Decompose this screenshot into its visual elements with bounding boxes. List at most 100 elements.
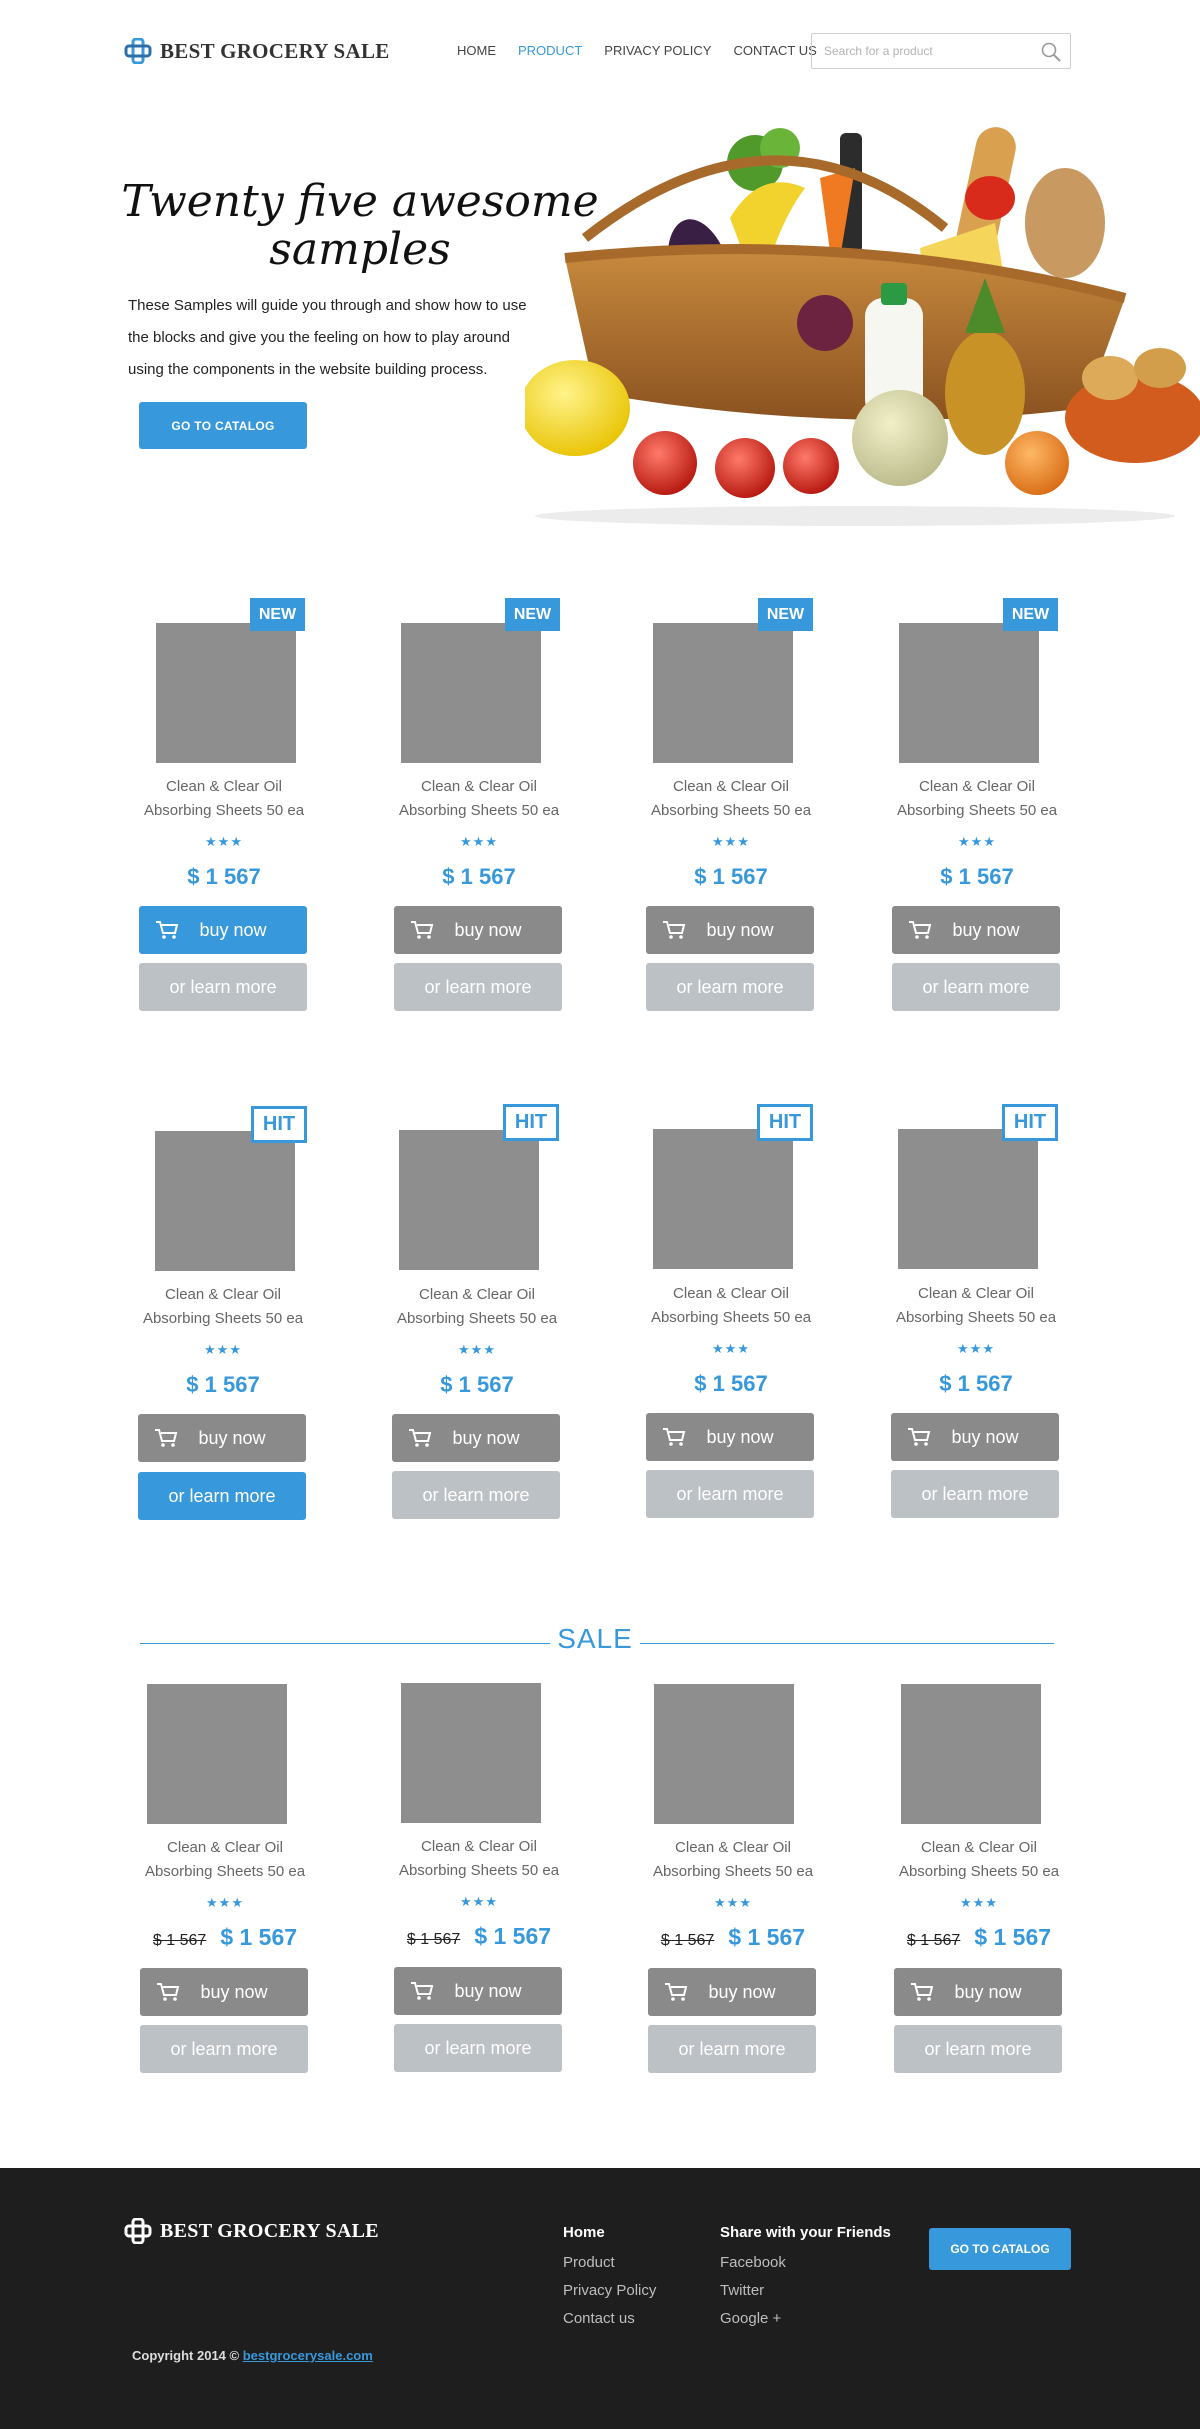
learn-more-button[interactable]: or learn more bbox=[646, 1470, 814, 1518]
brand-logo[interactable]: BEST GROCERY SALE bbox=[124, 38, 390, 64]
learn-more-button[interactable]: or learn more bbox=[394, 2024, 562, 2072]
product-price: $ 1 567 bbox=[186, 1372, 260, 1397]
rating-stars: ★★★ bbox=[458, 1342, 496, 1357]
old-price: $ 1 567 bbox=[660, 1932, 715, 1949]
buy-now-button[interactable]: buy now bbox=[892, 906, 1060, 954]
rating-stars: ★★★ bbox=[958, 834, 996, 849]
sale-price: $ 1 567 bbox=[974, 1924, 1052, 1950]
search-input[interactable] bbox=[812, 34, 1022, 68]
product-name[interactable]: Clean & Clear Oil Absorbing Sheets 50 ea bbox=[648, 1836, 818, 1884]
footer-link-product[interactable]: Product bbox=[563, 2249, 656, 2277]
sale-divider-left bbox=[140, 1643, 550, 1644]
copyright-site-link[interactable]: bestgrocerysale.com bbox=[243, 2348, 373, 2363]
product-price: $ 1 567 bbox=[440, 1372, 514, 1397]
main-nav: HOME PRODUCT PRIVACY POLICY CONTACT US bbox=[457, 43, 839, 58]
buy-now-button[interactable]: buy now bbox=[394, 906, 562, 954]
buy-now-button[interactable]: buy now bbox=[894, 1968, 1062, 2016]
learn-more-button[interactable]: or learn more bbox=[138, 1472, 306, 1520]
product-card: HIT Clean & Clear Oil Absorbing Sheets 5… bbox=[392, 1104, 562, 1524]
buy-now-button[interactable]: buy now bbox=[648, 1968, 816, 2016]
product-price: $ 1 567 bbox=[442, 864, 516, 889]
nav-contact-us[interactable]: CONTACT US bbox=[733, 43, 816, 58]
product-name[interactable]: Clean & Clear Oil Absorbing Sheets 50 ea bbox=[646, 775, 816, 823]
buy-now-button[interactable]: buy now bbox=[138, 1414, 306, 1462]
product-price: $ 1 567 bbox=[187, 864, 261, 889]
sale-price: $ 1 567 bbox=[728, 1924, 806, 1950]
footer-go-to-catalog-button[interactable]: GO TO CATALOG bbox=[929, 2228, 1071, 2270]
product-card: NEW Clean & Clear Oil Absorbing Sheets 5… bbox=[394, 598, 564, 1018]
rating-stars: ★★★ bbox=[204, 1342, 242, 1357]
product-name[interactable]: Clean & Clear Oil Absorbing Sheets 50 ea bbox=[394, 1835, 564, 1883]
price-row: $ 1 567 $ 1 567 bbox=[894, 1924, 1064, 1951]
buy-now-label: buy now bbox=[954, 1981, 1022, 2002]
new-badge: NEW bbox=[758, 598, 813, 631]
sale-price: $ 1 567 bbox=[474, 1923, 552, 1949]
search-box bbox=[811, 33, 1071, 69]
brand-name: BEST GROCERY SALE bbox=[160, 38, 390, 63]
product-name[interactable]: Clean & Clear Oil Absorbing Sheets 50 ea bbox=[139, 775, 309, 823]
sale-product-card: Clean & Clear Oil Absorbing Sheets 50 ea… bbox=[394, 1683, 564, 2103]
cart-icon bbox=[411, 921, 434, 939]
nav-privacy-policy[interactable]: PRIVACY POLICY bbox=[604, 43, 711, 58]
product-image[interactable] bbox=[653, 1129, 793, 1269]
buy-now-button[interactable]: buy now bbox=[891, 1413, 1059, 1461]
footer-nav-home[interactable]: Home bbox=[563, 2224, 656, 2241]
learn-more-button[interactable]: or learn more bbox=[891, 1470, 1059, 1518]
hit-badge: HIT bbox=[503, 1104, 559, 1141]
product-image[interactable] bbox=[653, 623, 793, 763]
product-name[interactable]: Clean & Clear Oil Absorbing Sheets 50 ea bbox=[392, 1283, 562, 1331]
learn-more-button[interactable]: or learn more bbox=[392, 1471, 560, 1519]
product-name[interactable]: Clean & Clear Oil Absorbing Sheets 50 ea bbox=[892, 775, 1062, 823]
buy-now-button[interactable]: buy now bbox=[392, 1414, 560, 1462]
buy-now-button[interactable]: buy now bbox=[140, 1968, 308, 2016]
buy-now-button[interactable]: buy now bbox=[394, 1967, 562, 2015]
search-icon[interactable] bbox=[1040, 41, 1062, 63]
buy-now-button[interactable]: buy now bbox=[646, 906, 814, 954]
product-image[interactable] bbox=[401, 623, 541, 763]
learn-more-button[interactable]: or learn more bbox=[139, 963, 307, 1011]
hero-description: These Samples will guide you through and… bbox=[128, 297, 527, 378]
sale-product-card: Clean & Clear Oil Absorbing Sheets 50 ea… bbox=[894, 1684, 1064, 2104]
hit-badge: HIT bbox=[757, 1104, 813, 1141]
sale-product-card: Clean & Clear Oil Absorbing Sheets 50 ea… bbox=[648, 1684, 818, 2104]
footer-share: Share with your Friends Facebook Twitter… bbox=[720, 2224, 891, 2333]
product-name[interactable]: Clean & Clear Oil Absorbing Sheets 50 ea bbox=[394, 775, 564, 823]
learn-more-button[interactable]: or learn more bbox=[648, 2025, 816, 2073]
buy-now-button[interactable]: buy now bbox=[646, 1413, 814, 1461]
product-price: $ 1 567 bbox=[939, 1371, 1013, 1396]
learn-more-button[interactable]: or learn more bbox=[646, 963, 814, 1011]
old-price: $ 1 567 bbox=[906, 1932, 961, 1949]
product-name[interactable]: Clean & Clear Oil Absorbing Sheets 50 ea bbox=[894, 1836, 1064, 1884]
hit-badge: HIT bbox=[1002, 1104, 1058, 1141]
product-name[interactable]: Clean & Clear Oil Absorbing Sheets 50 ea bbox=[140, 1836, 310, 1884]
product-image[interactable] bbox=[155, 1131, 295, 1271]
nav-product[interactable]: PRODUCT bbox=[518, 43, 582, 58]
rating-stars: ★★★ bbox=[957, 1341, 995, 1356]
learn-more-button[interactable]: or learn more bbox=[894, 2025, 1062, 2073]
footer-link-privacy-policy[interactable]: Privacy Policy bbox=[563, 2277, 656, 2305]
product-image[interactable] bbox=[654, 1684, 794, 1824]
footer-brand-logo[interactable]: BEST GROCERY SALE bbox=[124, 2218, 379, 2244]
go-to-catalog-button[interactable]: GO TO CATALOG bbox=[139, 402, 307, 449]
product-image[interactable] bbox=[899, 623, 1039, 763]
product-name[interactable]: Clean & Clear Oil Absorbing Sheets 50 ea bbox=[891, 1282, 1061, 1330]
product-image[interactable] bbox=[156, 623, 296, 763]
learn-more-button[interactable]: or learn more bbox=[892, 963, 1060, 1011]
share-link-google-plus[interactable]: Google + bbox=[720, 2305, 891, 2333]
buy-now-button[interactable]: buy now bbox=[139, 906, 307, 954]
footer-link-contact-us[interactable]: Contact us bbox=[563, 2305, 656, 2333]
product-image[interactable] bbox=[898, 1129, 1038, 1269]
product-name[interactable]: Clean & Clear Oil Absorbing Sheets 50 ea bbox=[646, 1282, 816, 1330]
product-image[interactable] bbox=[901, 1684, 1041, 1824]
learn-more-button[interactable]: or learn more bbox=[394, 963, 562, 1011]
product-image[interactable] bbox=[399, 1130, 539, 1270]
nav-home[interactable]: HOME bbox=[457, 43, 496, 58]
share-link-facebook[interactable]: Facebook bbox=[720, 2249, 891, 2277]
product-image[interactable] bbox=[401, 1683, 541, 1823]
learn-more-button[interactable]: or learn more bbox=[140, 2025, 308, 2073]
cart-icon bbox=[909, 921, 932, 939]
product-image[interactable] bbox=[147, 1684, 287, 1824]
product-name[interactable]: Clean & Clear Oil Absorbing Sheets 50 ea bbox=[138, 1283, 308, 1331]
copyright-text: Copyright 2014 © bbox=[132, 2348, 240, 2363]
share-link-twitter[interactable]: Twitter bbox=[720, 2277, 891, 2305]
